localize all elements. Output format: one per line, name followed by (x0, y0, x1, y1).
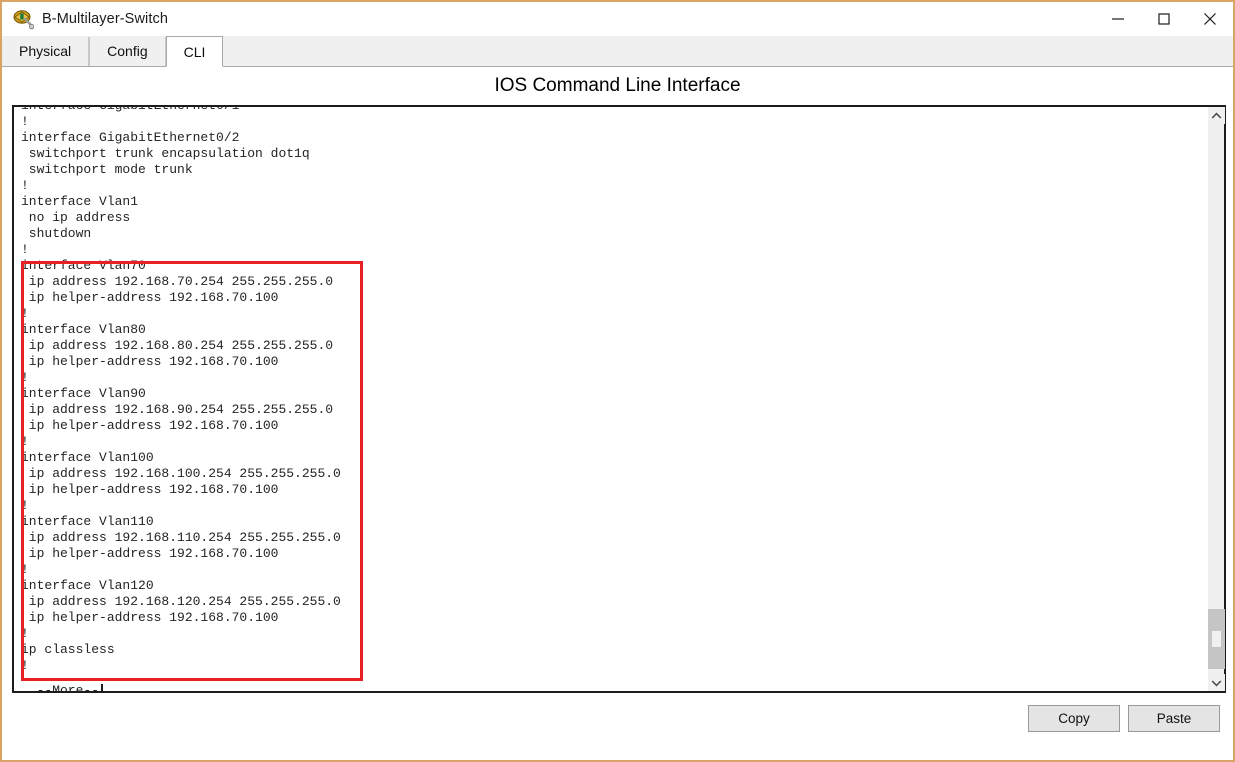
terminal-line: interface Vlan100 (21, 450, 154, 465)
scroll-up-button[interactable] (1208, 107, 1225, 124)
terminal-line: ! (21, 370, 29, 385)
chevron-up-icon (1211, 111, 1222, 119)
tab-physical[interactable]: Physical (2, 37, 90, 66)
maximize-icon (1158, 13, 1170, 25)
chevron-down-icon (1211, 679, 1222, 687)
title-bar: B-Multilayer-Switch (2, 2, 1233, 36)
terminal-line: interface Vlan90 (21, 386, 146, 401)
tab-cli[interactable]: CLI (165, 36, 224, 67)
terminal-line: shutdown (21, 226, 92, 241)
tab-strip: Physical Config CLI (2, 36, 1233, 67)
window-title: B-Multilayer-Switch (42, 11, 168, 27)
close-icon (1204, 13, 1216, 25)
more-prompt-label: --More-- (21, 683, 100, 691)
terminal-line: ! (21, 498, 29, 513)
close-button[interactable] (1187, 2, 1233, 36)
button-bar: Copy Paste (2, 701, 1233, 741)
terminal-scrollbar[interactable] (1207, 107, 1225, 691)
terminal-line: ip helper-address 192.168.70.100 (21, 482, 279, 497)
page-title: IOS Command Line Interface (2, 68, 1233, 104)
terminal-line: interface Vlan120 (21, 578, 154, 593)
terminal-line: switchport mode trunk (21, 162, 193, 177)
tab-config[interactable]: Config (89, 37, 166, 66)
paste-button[interactable]: Paste (1128, 705, 1220, 732)
terminal-line: interface GigabitEthernet0/1 (21, 107, 341, 114)
terminal-line: ! (21, 434, 29, 449)
terminal-line: switchport trunk encapsulation dot1q (21, 146, 310, 161)
scrollbar-thumb[interactable] (1208, 609, 1225, 669)
terminal-line: no ip address (21, 210, 131, 225)
terminal-line: ip address 192.168.80.254 255.255.255.0 (21, 338, 334, 353)
terminal-line: ip classless (21, 642, 115, 657)
terminal-line: ip helper-address 192.168.70.100 (21, 546, 279, 561)
terminal-line: ip helper-address 192.168.70.100 (21, 290, 279, 305)
more-prompt: --More-- (21, 683, 104, 691)
terminal-line: ip helper-address 192.168.70.100 (21, 418, 279, 433)
terminal-line: ip address 192.168.110.254 255.255.255.0 (21, 530, 341, 545)
multilayer-switch-icon (12, 8, 35, 30)
terminal-line: ! (21, 626, 29, 641)
terminal-panel: interface GigabitEthernet0/1!interface G… (12, 105, 1226, 693)
copy-button[interactable]: Copy (1028, 705, 1120, 732)
cli-window: B-Multilayer-Switch Physical Config CLI … (0, 0, 1235, 762)
scroll-down-button[interactable] (1208, 674, 1225, 691)
terminal-line: interface Vlan80 (21, 322, 146, 337)
terminal-line: ! (21, 306, 29, 321)
terminal-line: ! (21, 658, 29, 673)
terminal-line: interface GigabitEthernet0/2 (21, 130, 240, 145)
terminal-line: ip address 192.168.120.254 255.255.255.0 (21, 594, 341, 609)
terminal-line: interface Vlan1 (21, 194, 139, 209)
terminal-cursor (101, 683, 104, 691)
terminal-line: ip address 192.168.70.254 255.255.255.0 (21, 274, 334, 289)
minimize-button[interactable] (1095, 2, 1141, 36)
terminal-line: interface Vlan110 (21, 514, 154, 529)
terminal-text: interface GigabitEthernet0/1!interface G… (21, 107, 341, 674)
terminal-line: ! (21, 114, 29, 129)
terminal-line: ! (21, 178, 29, 193)
terminal-line: ! (21, 562, 29, 577)
terminal-line: ip address 192.168.90.254 255.255.255.0 (21, 402, 334, 417)
terminal-line: interface Vlan70 (21, 258, 146, 273)
maximize-button[interactable] (1141, 2, 1187, 36)
minimize-icon (1112, 18, 1124, 20)
window-controls (1095, 2, 1233, 36)
terminal-line: ip helper-address 192.168.70.100 (21, 354, 279, 369)
terminal-line: ! (21, 242, 29, 257)
terminal-line: ip address 192.168.100.254 255.255.255.0 (21, 466, 341, 481)
scrollbar-grip (1212, 631, 1221, 647)
terminal-output[interactable]: interface GigabitEthernet0/1!interface G… (14, 107, 1207, 691)
terminal-line: ip helper-address 192.168.70.100 (21, 610, 279, 625)
